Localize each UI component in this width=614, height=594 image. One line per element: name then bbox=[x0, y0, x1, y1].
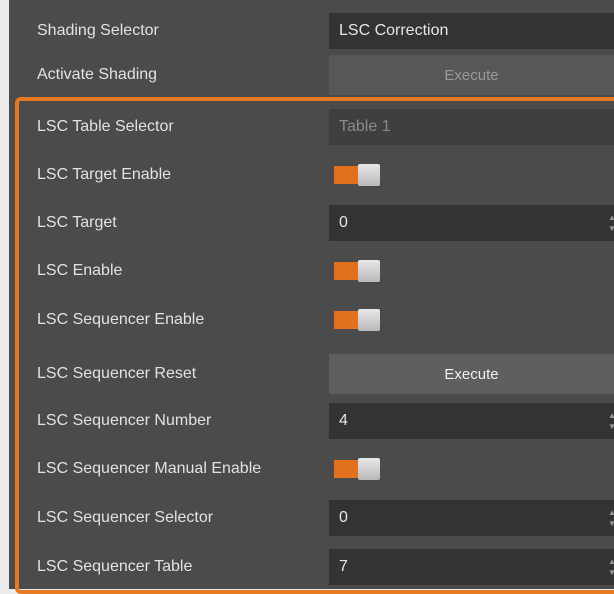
toggle-knob bbox=[358, 164, 380, 186]
lsc-sequencer-enable-toggle[interactable] bbox=[334, 309, 380, 331]
lsc-target-enable-toggle[interactable] bbox=[334, 164, 380, 186]
lsc-sequencer-manual-enable-toggle[interactable] bbox=[334, 458, 380, 480]
lsc-sequencer-selector-row: LSC Sequencer Selector 0 ▲ ▼ bbox=[9, 494, 614, 542]
toggle-knob bbox=[358, 309, 380, 331]
properties-panel: Shading Selector LSC Correction Activate… bbox=[9, 0, 614, 589]
lsc-target-enable-label: LSC Target Enable bbox=[37, 166, 172, 183]
lsc-sequencer-enable-label: LSC Sequencer Enable bbox=[37, 311, 205, 328]
lsc-target-value: 0 bbox=[339, 214, 348, 231]
spinner-arrows-icon[interactable]: ▲ ▼ bbox=[608, 556, 614, 578]
lsc-target-label: LSC Target bbox=[37, 214, 117, 231]
lsc-enable-toggle[interactable] bbox=[334, 260, 380, 282]
shading-selector-row: Shading Selector LSC Correction bbox=[9, 7, 614, 55]
lsc-target-row: LSC Target 0 ▲ ▼ bbox=[9, 199, 614, 247]
activate-shading-label: Activate Shading bbox=[37, 66, 158, 83]
lsc-sequencer-table-label: LSC Sequencer Table bbox=[37, 558, 193, 575]
lsc-sequencer-number-row: LSC Sequencer Number 4 ▲ ▼ bbox=[9, 397, 614, 445]
lsc-sequencer-selector-input[interactable]: 0 ▲ ▼ bbox=[329, 500, 614, 536]
shading-selector-value: LSC Correction bbox=[339, 22, 449, 39]
lsc-sequencer-reset-label: LSC Sequencer Reset bbox=[37, 365, 197, 382]
lsc-sequencer-number-input[interactable]: 4 ▲ ▼ bbox=[329, 403, 614, 439]
lsc-table-selector-row: LSC Table Selector Table 1 bbox=[9, 103, 614, 151]
lsc-sequencer-selector-value: 0 bbox=[339, 509, 348, 526]
lsc-sequencer-manual-enable-row: LSC Sequencer Manual Enable bbox=[9, 445, 614, 493]
lsc-sequencer-number-value: 4 bbox=[339, 412, 348, 429]
toggle-knob bbox=[358, 260, 380, 282]
lsc-sequencer-reset-execute-button[interactable]: Execute bbox=[329, 354, 614, 394]
lsc-sequencer-table-value: 7 bbox=[339, 558, 348, 575]
lsc-sequencer-reset-row: LSC Sequencer Reset Execute bbox=[9, 350, 614, 398]
lsc-target-enable-row: LSC Target Enable bbox=[9, 151, 614, 199]
lsc-table-selector-dropdown[interactable]: Table 1 bbox=[329, 109, 614, 145]
lsc-enable-row: LSC Enable bbox=[9, 247, 614, 295]
shading-selector-dropdown[interactable]: LSC Correction bbox=[329, 13, 614, 49]
spinner-arrows-icon[interactable]: ▲ ▼ bbox=[608, 212, 614, 234]
lsc-sequencer-table-row: LSC Sequencer Table 7 ▲ ▼ bbox=[9, 543, 614, 591]
lsc-table-selector-label: LSC Table Selector bbox=[37, 118, 174, 135]
lsc-table-selector-value: Table 1 bbox=[339, 118, 391, 135]
lsc-sequencer-table-input[interactable]: 7 ▲ ▼ bbox=[329, 549, 614, 585]
lsc-sequencer-manual-enable-label: LSC Sequencer Manual Enable bbox=[37, 460, 262, 477]
lsc-enable-label: LSC Enable bbox=[37, 262, 123, 279]
activate-shading-execute-button[interactable]: Execute bbox=[329, 55, 614, 95]
spinner-arrows-icon[interactable]: ▲ ▼ bbox=[608, 410, 614, 432]
activate-shading-row: Activate Shading Execute bbox=[9, 51, 614, 99]
lsc-sequencer-selector-label: LSC Sequencer Selector bbox=[37, 509, 214, 526]
shading-selector-label: Shading Selector bbox=[37, 22, 159, 39]
lsc-sequencer-number-label: LSC Sequencer Number bbox=[37, 412, 212, 429]
lsc-sequencer-enable-row: LSC Sequencer Enable bbox=[9, 296, 614, 344]
toggle-knob bbox=[358, 458, 380, 480]
lsc-target-input[interactable]: 0 ▲ ▼ bbox=[329, 205, 614, 241]
spinner-arrows-icon[interactable]: ▲ ▼ bbox=[608, 507, 614, 529]
